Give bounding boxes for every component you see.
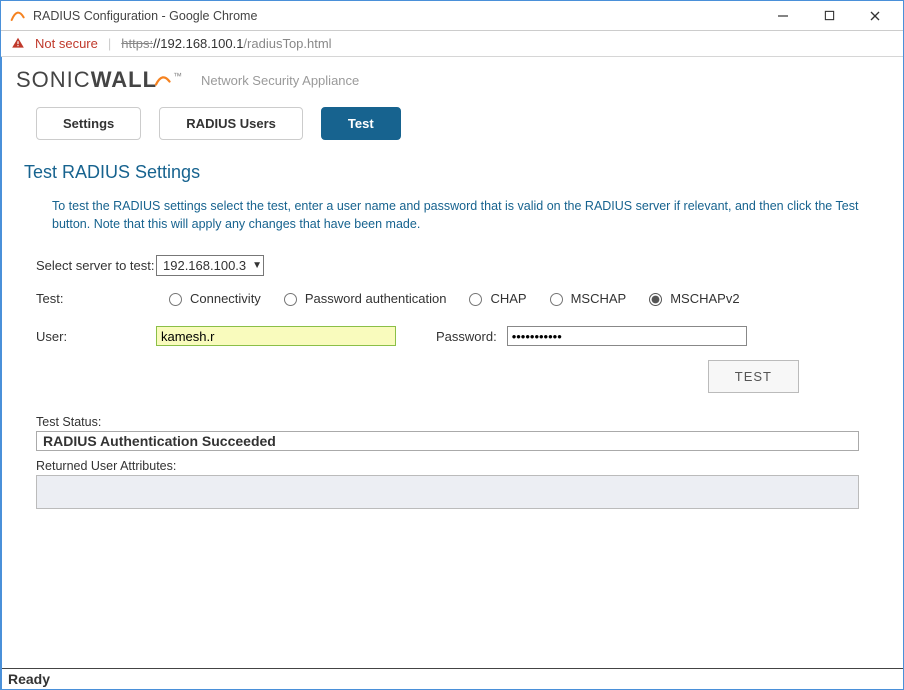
window-title: RADIUS Configuration - Google Chrome [33, 9, 769, 23]
tab-bar: Settings RADIUS Users Test [36, 107, 889, 140]
url-path: /radiusTop.html [243, 36, 331, 51]
chevron-down-icon: ▼ [252, 260, 262, 271]
radio-connectivity-label: Connectivity [190, 291, 261, 306]
window-titlebar: RADIUS Configuration - Google Chrome [1, 1, 903, 31]
close-button[interactable] [861, 6, 889, 26]
radio-mschap[interactable]: MSCHAP [545, 290, 627, 306]
brand-row: SONICWALL™ Network Security Appliance [16, 67, 889, 93]
test-status-value: RADIUS Authentication Succeeded [36, 431, 859, 451]
password-label: Password: [436, 329, 497, 344]
user-label: User: [36, 329, 156, 344]
url-host: //192.168.100.1 [153, 36, 243, 51]
radio-password-auth[interactable]: Password authentication [279, 290, 447, 306]
row-credentials: User: Password: [36, 326, 859, 346]
radio-password-auth-label: Password authentication [305, 291, 447, 306]
minimize-button[interactable] [769, 6, 797, 26]
brand-part2: WALL [91, 67, 171, 92]
url-display[interactable]: https://192.168.100.1/radiusTop.html [121, 36, 331, 51]
radio-password-auth-input[interactable] [284, 293, 297, 306]
maximize-button[interactable] [815, 6, 843, 26]
not-secure-icon [11, 36, 25, 52]
footer-status: Ready [2, 668, 903, 689]
returned-attrs-wrap [36, 475, 859, 512]
sonicwall-favicon [9, 8, 25, 24]
radio-mschapv2-input[interactable] [649, 293, 662, 306]
brand-part1: SONIC [16, 67, 91, 92]
row-select-server: Select server to test: 192.168.100.3 ▼ [36, 255, 859, 276]
server-selected-value: 192.168.100.3 [163, 258, 246, 273]
addr-divider: | [108, 36, 111, 51]
url-protocol: https: [121, 36, 153, 51]
test-status-label: Test Status: [36, 415, 859, 429]
tab-radius-users[interactable]: RADIUS Users [159, 107, 303, 140]
user-input[interactable] [156, 326, 396, 346]
radio-connectivity-input[interactable] [169, 293, 182, 306]
brand-tm: ™ [173, 71, 183, 81]
app-window: RADIUS Configuration - Google Chrome Not… [0, 0, 904, 690]
returned-attrs-box[interactable] [36, 475, 859, 509]
radio-chap[interactable]: CHAP [464, 290, 526, 306]
server-select[interactable]: 192.168.100.3 ▼ [156, 255, 264, 276]
radio-mschapv2[interactable]: MSCHAPv2 [644, 290, 739, 306]
radio-mschap-input[interactable] [550, 293, 563, 306]
password-input[interactable] [507, 326, 747, 346]
radio-chap-input[interactable] [469, 293, 482, 306]
test-button-row: TEST [36, 360, 799, 393]
form-area: Select server to test: 192.168.100.3 ▼ T… [36, 255, 859, 512]
test-type-radio-group: Connectivity Password authentication CHA… [164, 290, 740, 306]
test-label: Test: [36, 291, 156, 306]
radio-chap-label: CHAP [490, 291, 526, 306]
page-title: Test RADIUS Settings [24, 162, 889, 183]
test-button[interactable]: TEST [708, 360, 799, 393]
page-instructions: To test the RADIUS settings select the t… [52, 197, 859, 233]
window-controls [769, 6, 895, 26]
server-label: Select server to test: [36, 258, 156, 273]
brand-logo: SONICWALL™ [16, 67, 183, 93]
row-test-type: Test: Connectivity Password authenticati… [36, 290, 859, 306]
radio-connectivity[interactable]: Connectivity [164, 290, 261, 306]
brand-subtitle: Network Security Appliance [201, 73, 359, 88]
page-content: SONICWALL™ Network Security Appliance Se… [0, 57, 903, 689]
returned-attrs-label: Returned User Attributes: [36, 459, 859, 473]
tab-test[interactable]: Test [321, 107, 401, 140]
radio-mschapv2-label: MSCHAPv2 [670, 291, 739, 306]
radio-mschap-label: MSCHAP [571, 291, 627, 306]
address-bar: Not secure | https://192.168.100.1/radiu… [1, 31, 903, 57]
not-secure-label[interactable]: Not secure [35, 36, 98, 51]
tab-settings[interactable]: Settings [36, 107, 141, 140]
